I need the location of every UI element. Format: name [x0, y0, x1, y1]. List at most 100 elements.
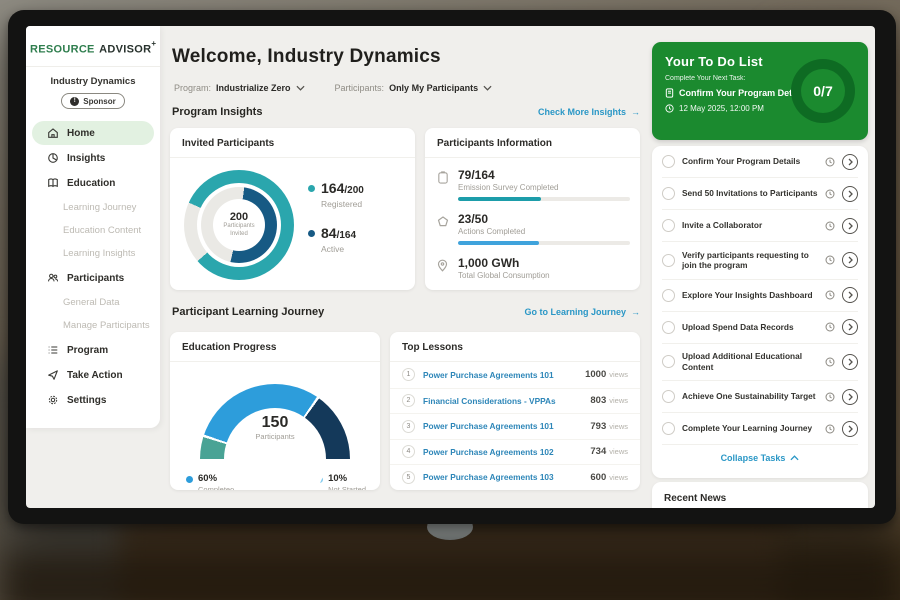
task-open-button[interactable]: [842, 252, 858, 268]
program-select-value: Industrialize Zero: [216, 83, 291, 93]
participants-information-card: Participants Information 79/164 Emission…: [425, 128, 640, 290]
lesson-row: 4 Power Purchase Agreements 102 734 view…: [390, 439, 640, 465]
sidebar-item-home[interactable]: Home: [32, 121, 154, 145]
program-icon: [47, 344, 59, 356]
task-checkbox[interactable]: [662, 422, 675, 435]
participants-select-value: Only My Participants: [389, 83, 478, 93]
task-checkbox[interactable]: [662, 289, 675, 302]
program-select[interactable]: Program: Industrialize Zero: [174, 83, 305, 93]
registered-dot: [308, 185, 315, 192]
lesson-row: 1 Power Purchase Agreements 101 1000 vie…: [390, 362, 640, 388]
todo-next-task-label: Confirm Your Program Details: [679, 88, 807, 98]
task-open-button[interactable]: [842, 354, 858, 370]
logo-text-secondary: ADVISOR: [99, 43, 151, 55]
actions-icon: [437, 216, 449, 228]
lesson-link[interactable]: Power Purchase Agreements 102: [423, 447, 590, 457]
task-open-button[interactable]: [842, 421, 858, 437]
lesson-row: 5 Power Purchase Agreements 103 600 view…: [390, 464, 640, 490]
top-lessons-card: Top Lessons 1 Power Purchase Agreements …: [390, 332, 640, 490]
chevron-right-icon: [848, 158, 853, 166]
education-gauge-chart: 150 Participants: [200, 384, 350, 459]
go-to-learning-journey-link[interactable]: Go to Learning Journey →: [524, 307, 640, 317]
task-label: Send 50 Invitations to Participants: [682, 188, 818, 199]
sponsor-badge: ! Sponsor: [61, 93, 125, 109]
todo-progress-ring: 0/7: [791, 59, 855, 123]
task-checkbox[interactable]: [662, 321, 675, 334]
invited-total: 200: [230, 211, 248, 223]
check-more-insights-link[interactable]: Check More Insights →: [538, 107, 640, 117]
todo-due-label: 12 May 2025, 12:00 PM: [679, 104, 764, 113]
sidebar-item-label: Take Action: [67, 370, 123, 381]
task-open-button[interactable]: [842, 389, 858, 405]
task-checkbox[interactable]: [662, 155, 675, 168]
program-select-label: Program:: [174, 83, 211, 93]
chevron-right-icon: [848, 190, 853, 198]
clock-icon: [665, 104, 674, 113]
sidebar-item-general-data[interactable]: General Data: [26, 291, 160, 314]
sidebar-item-participants[interactable]: Participants: [32, 266, 154, 290]
progress-fill: [458, 241, 539, 245]
sidebar-item-settings[interactable]: Settings: [32, 388, 154, 412]
filter-bar: Program: Industrialize Zero Participants…: [174, 83, 492, 93]
task-checkbox[interactable]: [662, 355, 675, 368]
education-icon: [47, 177, 59, 189]
lesson-rank: 1: [402, 368, 415, 381]
sidebar-item-label: Program: [67, 345, 108, 356]
lesson-link[interactable]: Power Purchase Agreements 101: [423, 370, 585, 380]
sidebar-item-learning-journey[interactable]: Learning Journey: [26, 196, 160, 219]
sidebar-item-education[interactable]: Education: [32, 171, 154, 195]
task-checkbox[interactable]: [662, 187, 675, 200]
task-checkbox[interactable]: [662, 254, 675, 267]
sidebar-item-insights[interactable]: Insights: [32, 146, 154, 170]
gear-icon: [47, 394, 59, 406]
todo-list-card: Confirm Your Program Details Send 50 Inv…: [652, 146, 868, 478]
lessons-list: 1 Power Purchase Agreements 101 1000 vie…: [390, 362, 640, 490]
sidebar-item-take-action[interactable]: Take Action: [32, 363, 154, 387]
chevron-right-icon: [848, 291, 853, 299]
todo-task-row: Send 50 Invitations to Participants: [662, 178, 858, 210]
task-label: Verify participants requesting to join t…: [682, 250, 818, 272]
gauge-value: 150: [200, 414, 350, 432]
app-logo: RESOURCE ADVISOR+: [26, 26, 160, 67]
task-checkbox[interactable]: [662, 390, 675, 403]
lesson-views: 1000: [585, 369, 606, 380]
lesson-views: 803: [590, 395, 606, 406]
chevron-right-icon: [848, 222, 853, 230]
sidebar-item-education-content[interactable]: Education Content: [26, 219, 160, 242]
lesson-link[interactable]: Power Purchase Agreements 101: [423, 421, 590, 431]
task-label: Explore Your Insights Dashboard: [682, 290, 818, 301]
gauge-center: 150 Participants: [200, 414, 350, 441]
participants-select[interactable]: Participants: Only My Participants: [335, 83, 493, 93]
task-open-button[interactable]: [842, 154, 858, 170]
insights-icon: [47, 152, 59, 164]
card-title: Participants Information: [425, 128, 640, 158]
link-label: Check More Insights: [538, 107, 626, 117]
task-open-button[interactable]: [842, 319, 858, 335]
donut-center: 200 Participants Invited: [213, 199, 265, 251]
lesson-views: 793: [590, 421, 606, 432]
registered-legend-row: 164/200 Registered: [308, 180, 364, 209]
document-icon: [665, 88, 674, 98]
todo-progress-value: 0/7: [813, 83, 832, 99]
survey-progress-bar: [458, 197, 630, 201]
task-open-button[interactable]: [842, 218, 858, 234]
clock-icon: [825, 157, 835, 167]
clock-icon: [825, 189, 835, 199]
sidebar-item-learning-insights[interactable]: Learning Insights: [26, 242, 160, 265]
task-open-button[interactable]: [842, 287, 858, 303]
sidebar-item-label: Manage Participants: [63, 320, 150, 331]
lesson-link[interactable]: Power Purchase Agreements 103: [423, 472, 590, 482]
lesson-rank: 4: [402, 445, 415, 458]
lesson-link[interactable]: Financial Considerations - VPPAs: [423, 396, 590, 406]
info-row-survey: 79/164 Emission Survey Completed: [437, 168, 626, 201]
sidebar-item-manage-participants[interactable]: Manage Participants: [26, 314, 160, 337]
monitor-bezel: RESOURCE ADVISOR+ Industry Dynamics ! Sp…: [8, 10, 896, 524]
sidebar-item-label: Home: [67, 128, 95, 139]
sidebar-item-program[interactable]: Program: [32, 338, 154, 362]
todo-task-row: Confirm Your Program Details: [662, 146, 858, 178]
views-suffix: views: [609, 370, 628, 379]
collapse-tasks-link[interactable]: Collapse Tasks: [721, 453, 800, 463]
org-name: Industry Dynamics: [26, 76, 160, 87]
task-open-button[interactable]: [842, 186, 858, 202]
task-checkbox[interactable]: [662, 219, 675, 232]
